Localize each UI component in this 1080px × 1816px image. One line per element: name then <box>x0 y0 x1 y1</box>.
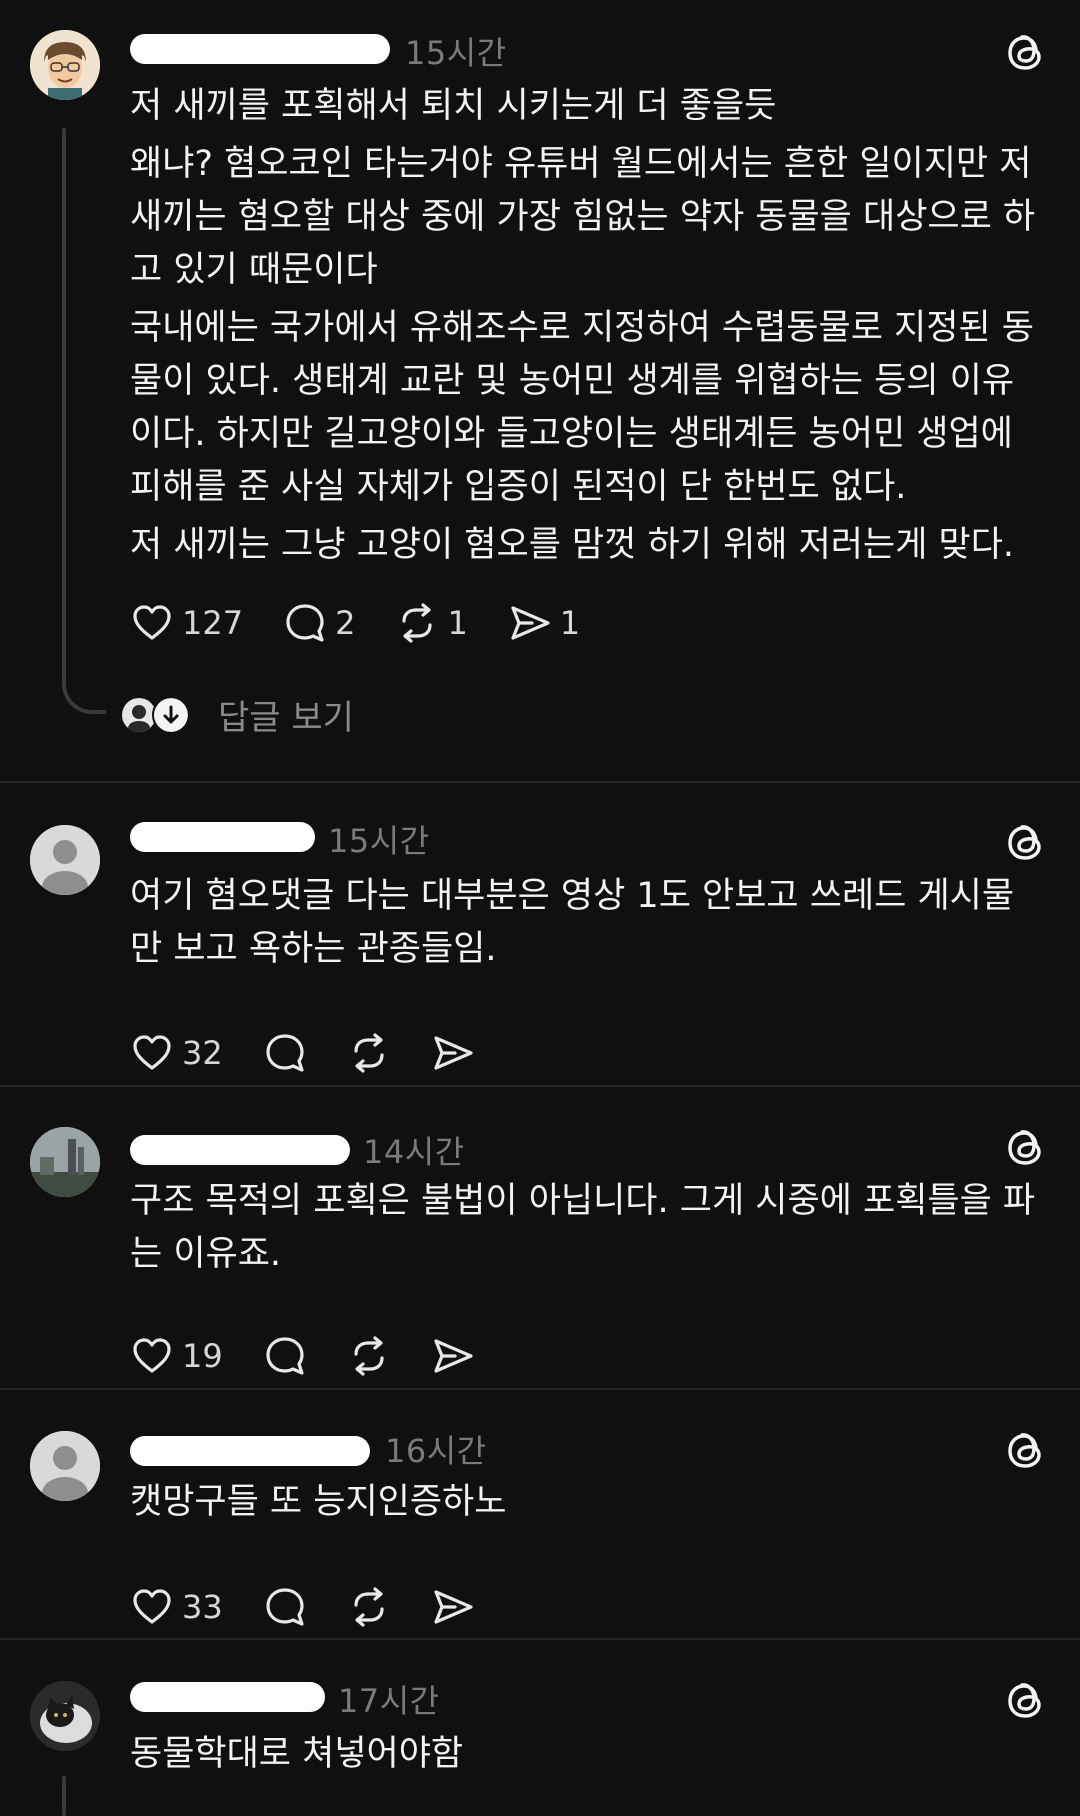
like-button[interactable]: 127 <box>130 601 243 645</box>
repost-icon <box>354 1587 384 1627</box>
repost-button[interactable]: 1 <box>395 601 468 645</box>
share-button[interactable] <box>431 1585 475 1629</box>
timestamp: 14시간 <box>363 1133 465 1171</box>
comment-bubble-icon <box>266 1337 304 1375</box>
username-redacted[interactable] <box>130 34 390 64</box>
reply-button[interactable] <box>263 1585 307 1629</box>
action-bar: 19 <box>130 1331 515 1381</box>
divider <box>0 1388 1080 1390</box>
heart-icon <box>133 1338 171 1373</box>
repost-icon <box>402 603 433 643</box>
share-button[interactable] <box>431 1334 475 1378</box>
avatar[interactable] <box>30 1127 100 1197</box>
comment-paragraph: 캣망구들 또 능지인증하노 <box>130 1482 507 1522</box>
avatar[interactable] <box>30 1431 100 1501</box>
threads-logo-icon[interactable] <box>1002 1123 1050 1171</box>
send-icon <box>511 606 550 640</box>
send-icon <box>434 1339 473 1373</box>
avatar[interactable] <box>30 30 100 100</box>
heart-icon <box>133 1589 171 1624</box>
reply-button[interactable]: 2 <box>283 601 355 645</box>
like-count: 32 <box>182 1034 223 1072</box>
comment-bubble-icon <box>286 604 324 642</box>
repost-button[interactable] <box>347 1031 391 1075</box>
thread-line <box>62 128 66 688</box>
like-count: 33 <box>182 1588 223 1626</box>
threads-logo-icon[interactable] <box>1002 1426 1050 1474</box>
comment-bubble-icon <box>266 1034 304 1072</box>
default-avatar-icon <box>30 1431 100 1501</box>
username-redacted[interactable] <box>130 1135 350 1165</box>
divider <box>0 781 1080 783</box>
reply-button[interactable] <box>263 1334 307 1378</box>
comment-text: 캣망구들 또 능지인증하노 <box>130 1476 1040 1534</box>
arrow-down-circle-icon <box>152 695 190 734</box>
timestamp: 15시간 <box>405 34 507 72</box>
avatar[interactable] <box>30 825 100 895</box>
comment-paragraph: 저 새끼는 그냥 고양이 혐오를 맘껏 하기 위해 저러는게 맞다. <box>130 525 1015 565</box>
timestamp: 15시간 <box>328 822 430 860</box>
like-button[interactable]: 19 <box>130 1334 223 1378</box>
avatar[interactable] <box>30 1681 100 1751</box>
reply-count: 2 <box>335 604 356 642</box>
like-button[interactable]: 33 <box>130 1585 223 1629</box>
timestamp: 16시간 <box>385 1432 487 1470</box>
comment-paragraph: 저 새끼를 포획해서 퇴치 시키는게 더 좋을듯 <box>130 86 777 126</box>
repost-count: 1 <box>447 604 468 642</box>
like-count: 127 <box>182 604 244 642</box>
comment-text: 동물학대로 쳐넣어야함 <box>130 1728 1040 1786</box>
share-count: 1 <box>559 604 581 642</box>
like-count: 19 <box>182 1337 223 1375</box>
send-icon <box>434 1036 473 1070</box>
action-bar: 32 <box>130 1028 515 1078</box>
photo-avatar-icon <box>30 1127 100 1197</box>
username-redacted[interactable] <box>130 822 315 852</box>
repost-icon <box>354 1033 384 1073</box>
share-button[interactable] <box>431 1031 475 1075</box>
view-replies-link[interactable]: 답글 보기 <box>120 690 354 739</box>
send-icon <box>434 1590 473 1624</box>
cartoon-avatar-icon <box>30 30 100 100</box>
heart-icon <box>133 1035 171 1070</box>
thread-line-curve <box>62 670 106 714</box>
thread-line <box>62 1776 66 1816</box>
view-replies-label: 답글 보기 <box>218 698 354 738</box>
default-avatar-icon <box>30 825 100 895</box>
comment-text: 저 새끼를 포획해서 퇴치 시키는게 더 좋을듯 왜냐? 혐오코인 타는거야 유… <box>130 80 1040 577</box>
username-redacted[interactable] <box>130 1436 370 1466</box>
comment-text: 구조 목적의 포획은 불법이 아닙니다. 그게 시중에 포획틀을 파는 이유죠. <box>130 1175 1040 1286</box>
repost-icon <box>354 1336 384 1376</box>
repost-button[interactable] <box>347 1334 391 1378</box>
repost-button[interactable] <box>347 1585 391 1629</box>
divider <box>0 1085 1080 1087</box>
action-bar: 33 <box>130 1582 515 1632</box>
heart-icon <box>133 605 171 640</box>
comment-text: 여기 혐오댓글 다는 대부분은 영상 1도 안보고 쓰레드 게시물만 보고 욕하… <box>130 870 1040 981</box>
comment-paragraph: 여기 혐오댓글 다는 대부분은 영상 1도 안보고 쓰레드 게시물만 보고 욕하… <box>130 876 1015 969</box>
share-button[interactable]: 1 <box>508 601 580 645</box>
comment-paragraph: 국내에는 국가에서 유해조수로 지정하여 수렵동물로 지정된 동물이 있다. 생… <box>130 308 1034 507</box>
threads-logo-icon[interactable] <box>1002 818 1050 866</box>
comment-paragraph: 왜냐? 혐오코인 타는거야 유튜버 월드에서는 흔한 일이지만 저 새끼는 혐오… <box>130 144 1036 290</box>
username-redacted[interactable] <box>130 1682 325 1712</box>
divider <box>0 1638 1080 1640</box>
action-bar: 127 2 1 1 <box>130 598 620 648</box>
timestamp: 17시간 <box>338 1682 440 1720</box>
like-button[interactable]: 32 <box>130 1031 223 1075</box>
cat-photo-avatar-icon <box>30 1681 100 1751</box>
reply-button[interactable] <box>263 1031 307 1075</box>
comment-bubble-icon <box>266 1588 304 1626</box>
comment-paragraph: 구조 목적의 포획은 불법이 아닙니다. 그게 시중에 포획틀을 파는 이유죠. <box>130 1181 1036 1274</box>
comment-paragraph: 동물학대로 쳐넣어야함 <box>130 1734 464 1774</box>
threads-logo-icon[interactable] <box>1002 28 1050 76</box>
threads-logo-icon[interactable] <box>1002 1676 1050 1724</box>
reply-avatars <box>120 695 190 734</box>
